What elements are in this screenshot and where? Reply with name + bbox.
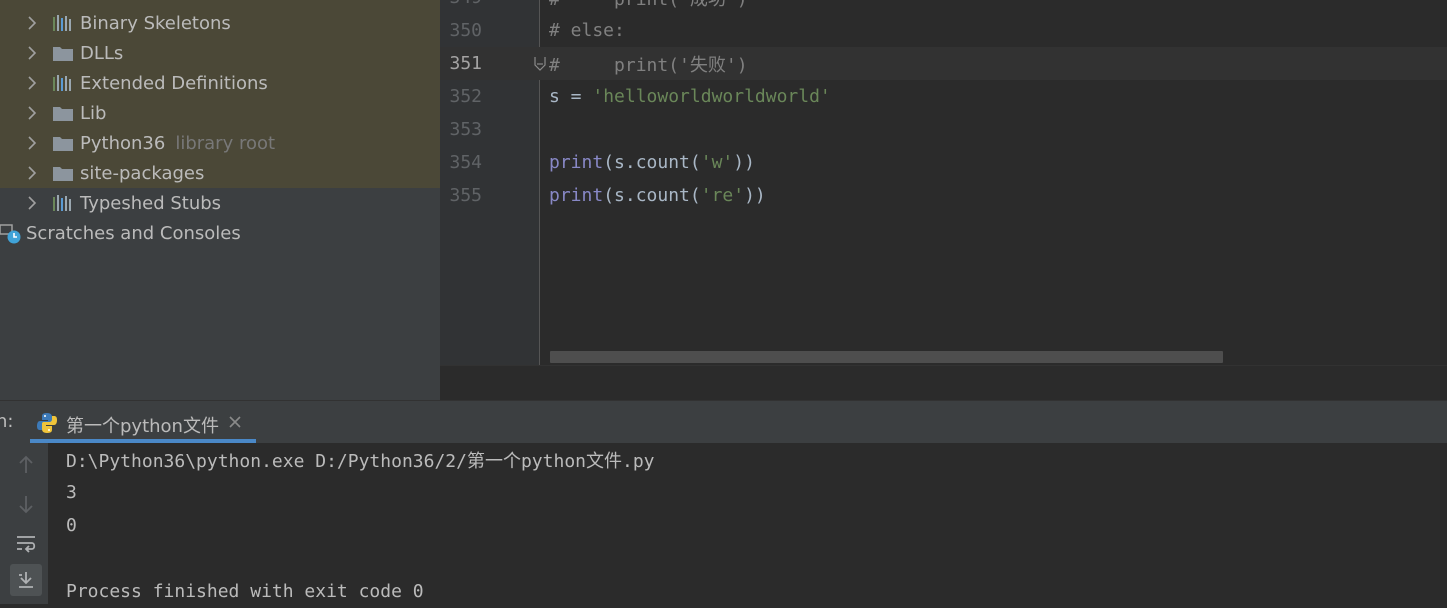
code-text: print(s.count('re')) xyxy=(549,185,766,206)
tree-item-label: site-packages xyxy=(80,162,205,184)
chevron-right-icon[interactable] xyxy=(24,68,40,98)
library-root-hint: library root xyxy=(175,132,276,154)
chevron-right-icon[interactable] xyxy=(24,128,40,158)
chevron-right-icon[interactable] xyxy=(24,8,40,38)
code-token: (s.count( xyxy=(603,152,701,173)
tree-item-binary-skeletons[interactable]: Binary Skeletons xyxy=(0,8,440,38)
folder-icon xyxy=(52,158,74,188)
line-number: 353 xyxy=(449,119,482,140)
project-tree-panel: Binary Skeletons DLLs Extended Definitio… xyxy=(0,0,440,400)
console-line: D:\Python36\python.exe D:/Python36/2/第一个… xyxy=(66,450,655,472)
arrow-up-icon xyxy=(19,455,33,473)
horizontal-scrollbar[interactable] xyxy=(550,351,1223,363)
code-text: # else: xyxy=(549,20,625,41)
code-line-353[interactable]: 353 xyxy=(440,113,1447,146)
line-number: 349 xyxy=(440,0,482,8)
console-line: 0 xyxy=(66,515,77,536)
library-icon xyxy=(52,188,74,218)
tree-item-label: Binary Skeletons xyxy=(80,12,231,34)
tree-item-label: Typeshed Stubs xyxy=(80,192,222,214)
scroll-down-button[interactable] xyxy=(10,488,42,520)
tree-item-label: Extended Definitions xyxy=(80,72,268,94)
chevron-right-icon[interactable] xyxy=(24,38,40,68)
string-token: 'helloworldworldworld' xyxy=(592,86,831,107)
line-number: 350 xyxy=(449,20,482,41)
tree-item-site-packages[interactable]: site-packages xyxy=(0,158,440,188)
builtin-token: print xyxy=(549,185,604,206)
close-icon[interactable] xyxy=(227,414,243,430)
chevron-right-icon[interactable] xyxy=(24,188,40,218)
console-line: Process finished with exit code 0 xyxy=(66,581,424,602)
editor-footer xyxy=(440,365,1447,401)
tree-item-python36[interactable]: Python36 library root xyxy=(0,128,440,158)
chevron-right-icon[interactable] xyxy=(24,98,40,128)
run-toolbar xyxy=(0,443,48,604)
code-line-350[interactable]: 350 # else: xyxy=(440,14,1447,47)
tree-item-extended-definitions[interactable]: Extended Definitions xyxy=(0,68,440,98)
tree-item-scratches[interactable]: Scratches and Consoles xyxy=(0,218,440,248)
scratches-icon xyxy=(0,218,22,248)
run-tool-header: n: 第一个python文件 xyxy=(0,400,1447,443)
console-output[interactable]: D:\Python36\python.exe D:/Python36/2/第一个… xyxy=(48,443,1447,604)
code-editor[interactable]: 349 # print('成功') 350 # else: 351 # prin… xyxy=(440,0,1447,365)
code-line-349[interactable]: 349 # print('成功') xyxy=(440,0,1447,14)
code-text: print(s.count('w')) xyxy=(549,152,755,173)
code-text: # print('失败') xyxy=(549,54,748,76)
tree-item-label-group: Python36 library root xyxy=(80,133,275,154)
run-tab-title: 第一个python文件 xyxy=(66,416,219,437)
line-number: 354 xyxy=(449,152,482,173)
code-line-351[interactable]: 351 # print('失败') xyxy=(440,47,1447,80)
operator-token: = xyxy=(559,86,593,107)
code-text: s = 'helloworldworldworld' xyxy=(549,86,831,107)
run-tab[interactable]: 第一个python文件 xyxy=(30,401,256,443)
line-number: 351 xyxy=(449,53,482,74)
tree-item-label: DLLs xyxy=(80,42,124,64)
line-number: 355 xyxy=(449,185,482,206)
tree-item-typeshed-stubs[interactable]: Typeshed Stubs xyxy=(0,188,440,218)
library-icon xyxy=(52,68,74,98)
fold-marker-icon[interactable] xyxy=(533,56,547,72)
tree-item-dlls[interactable]: DLLs xyxy=(0,38,440,68)
tree-item-label: Scratches and Consoles xyxy=(26,222,241,244)
tree-item-label: Python36 xyxy=(80,132,166,154)
builtin-token: print xyxy=(549,152,604,173)
code-token: (s.count( xyxy=(603,185,701,206)
arrow-down-icon xyxy=(19,496,33,514)
console-line: 3 xyxy=(66,482,77,503)
tree-item-lib[interactable]: Lib xyxy=(0,98,440,128)
folder-icon xyxy=(52,98,74,128)
soft-wrap-icon xyxy=(17,536,36,553)
line-number: 352 xyxy=(449,86,482,107)
tree-row-partial[interactable] xyxy=(0,0,440,8)
chevron-right-icon[interactable] xyxy=(24,158,40,188)
code-line-352[interactable]: 352 s = 'helloworldworldworld' xyxy=(440,80,1447,113)
folder-icon xyxy=(52,128,74,158)
code-token: )) xyxy=(733,152,755,173)
python-icon xyxy=(36,412,58,434)
string-token: 're' xyxy=(700,185,745,206)
scroll-to-end-icon xyxy=(19,572,33,588)
soft-wrap-button[interactable] xyxy=(10,528,42,560)
variable-token: s xyxy=(549,86,560,107)
tree-panel-footer xyxy=(0,365,440,400)
code-line-354[interactable]: 354 print(s.count('w')) xyxy=(440,146,1447,179)
run-window-label: n: xyxy=(0,411,14,432)
tree-item-label: Lib xyxy=(80,102,107,124)
scroll-up-button[interactable] xyxy=(10,449,42,481)
library-icon xyxy=(52,8,74,38)
code-text: # print('成功') xyxy=(549,0,748,11)
folder-icon xyxy=(52,38,74,68)
code-line-355[interactable]: 355 print(s.count('re')) xyxy=(440,179,1447,212)
string-token: 'w' xyxy=(700,152,734,173)
scroll-to-end-button[interactable] xyxy=(10,564,42,596)
code-token: )) xyxy=(744,185,766,206)
